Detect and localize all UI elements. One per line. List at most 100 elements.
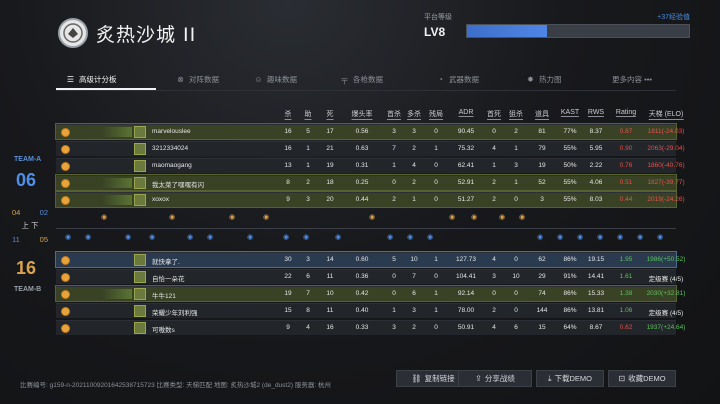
level-value: LV8 (424, 25, 446, 39)
player-row[interactable]: 荣耀少年刘利强 15 8 11 0.40 1 3 1 78.00 2 0 144 86% 13.81 1.0… (56, 303, 683, 318)
avatar[interactable] (134, 322, 146, 334)
tab-heatmap[interactable]: ✸ 热力图 (526, 70, 561, 88)
stat-k: 8 (286, 179, 290, 186)
avatar[interactable] (134, 254, 146, 266)
stat-rating: 0.62 (619, 324, 633, 331)
stat-snipe: 0 (514, 256, 518, 263)
player-row[interactable]: 牛牛121 19 7 10 0.42 0 6 1 92.14 0 0 74 86% 15.33 1.38 20… (55, 285, 685, 302)
tab-divider (56, 90, 676, 91)
round-ct-win-icon: ◉ (206, 234, 214, 241)
player-name[interactable]: 牛牛121 (152, 290, 176, 300)
stat-elo: 2019(-24.26) (647, 196, 685, 203)
stat-hs: 0.44 (355, 196, 369, 203)
player-name[interactable]: xoxox (152, 196, 169, 203)
emoji-icon (61, 273, 70, 282)
stat-k: 19 (284, 290, 292, 297)
stat-clutch: 0 (434, 196, 438, 203)
highlight-strip (102, 178, 132, 188)
level-progress-fill (467, 25, 547, 37)
player-row[interactable]: marvelouslee 16 5 17 0.56 3 3 0 90.45 0 2 81 77% 8.37… (55, 123, 684, 140)
round-ct-win-icon: ◉ (282, 234, 290, 241)
tab-bar: ☰ 高级计分板 ⊗ 对阵数据 ☺ 趣味数据 ╤ 各枪数据 ◔ 武器数据 ✸ 热力图 更多内容… (56, 70, 676, 90)
player-name[interactable]: maomaogang (152, 162, 192, 169)
player-row[interactable]: xoxox 9 3 20 0.44 2 1 0 51.27 2 0 3 55% 8.03 0.44 2019(… (55, 191, 685, 208)
column-header: 死 (326, 111, 334, 120)
stat-adr: 75.32 (457, 145, 475, 152)
avatar[interactable] (134, 288, 146, 300)
stat-d: 11 (326, 307, 334, 314)
stat-fk: 1 (392, 307, 396, 314)
stat-adr: 50.91 (457, 324, 475, 331)
round-ct-win-icon: ◉ (64, 234, 72, 241)
round-history: ◉ ◉ ◉ ◉ ◉ ◉ ◉ ◉ ◉ ◉ ◉ ◉ ◉ ◉ ◉ ◉ ◉ ◉ ◉ ◉ ◉ ◉ ◉ ◉ ◉ ◉ ◉ ◉ ◉ (56, 212, 676, 246)
player-name[interactable]: marvelouslee (152, 128, 191, 135)
bookmark-demo-button[interactable]: ⊡ 收藏DEMO (608, 370, 676, 387)
tab-versus[interactable]: ⊗ 对阵数据 (176, 70, 219, 88)
team-b-score: 16 (16, 258, 37, 278)
round-t-win-icon: ◉ (168, 214, 176, 221)
tab-weapon[interactable]: ◔ 武器数据 (436, 70, 479, 88)
column-header: 助 (304, 111, 312, 120)
avatar[interactable] (134, 126, 146, 138)
player-row[interactable]: 自恰一朵花 22 6 11 0.36 0 7 0 104.41 3 10 29 91% 14.41 1.61… (56, 269, 683, 284)
stat-hs: 0.40 (355, 307, 369, 314)
stat-rating: 0.51 (619, 179, 633, 186)
stat-rws: 8.67 (589, 324, 603, 331)
stat-elo: 定级赛 (4/5) (648, 310, 684, 317)
player-name[interactable]: 3212334024 (152, 145, 188, 152)
player-row[interactable]: 可嗷数s 9 4 16 0.33 3 2 0 50.91 4 6 15 64% 8.67 0.62 1937(… (56, 320, 685, 335)
stat-k: 9 (286, 324, 290, 331)
round-t-win-icon: ◉ (498, 214, 506, 221)
round-ct-win-icon: ◉ (426, 234, 434, 241)
tab-scoreboard[interactable]: ☰ 高级计分板 (66, 70, 156, 90)
avatar[interactable] (134, 177, 146, 189)
stat-rws: 4.06 (589, 179, 603, 186)
round-ct-win-icon: ◉ (406, 234, 414, 241)
player-name[interactable]: 可嗷数s (152, 324, 175, 334)
tab-fun[interactable]: ☺ 趣味数据 (254, 70, 297, 88)
stat-k: 9 (286, 196, 290, 203)
stat-mk: 4 (412, 162, 416, 169)
round-ct-win-icon: ◉ (616, 234, 624, 241)
stat-a: 6 (306, 273, 310, 280)
emoji-icon (61, 162, 70, 171)
player-name[interactable]: 我太菜了嘿嘿有闪 (152, 179, 204, 189)
emoji-icon (61, 324, 70, 333)
stat-util: 3 (540, 196, 544, 203)
stat-rws: 2.22 (589, 162, 603, 169)
stat-mk: 2 (412, 145, 416, 152)
stat-a: 4 (306, 324, 310, 331)
player-row[interactable]: 就快拿了. 30 3 14 0.60 5 10 1 127.73 4 0 62 86% 19.15 1.95… (55, 251, 685, 268)
avatar[interactable] (134, 305, 146, 317)
player-name[interactable]: 自恰一朵花 (152, 273, 185, 283)
player-row[interactable]: maomaogang 13 1 19 0.31 1 4 0 62.41 1 3 19 50% 2.22 0.… (56, 158, 685, 173)
emoji-icon (61, 290, 70, 299)
player-row[interactable]: 3212334024 16 1 21 0.63 7 2 1 75.32 4 1 79 55% 5.95 0.… (56, 141, 685, 156)
emoji-icon (61, 307, 70, 316)
map-logo-icon (58, 18, 88, 48)
round-ct-win-icon: ◉ (186, 234, 194, 241)
column-header: 残局 (429, 111, 443, 120)
heat-icon: ✸ (527, 74, 534, 84)
avatar[interactable] (134, 194, 146, 206)
stat-fd: 0 (492, 290, 496, 297)
stat-fd: 4 (492, 324, 496, 331)
player-name[interactable]: 荣耀少年刘利强 (152, 307, 198, 317)
tab-more[interactable]: 更多内容 ••• (612, 70, 652, 88)
avatar[interactable] (134, 271, 146, 283)
download-demo-button[interactable]: ⤓ 下载DEMO (536, 370, 604, 387)
stat-d: 18 (326, 179, 334, 186)
player-name[interactable]: 就快拿了. (152, 256, 180, 266)
player-row[interactable]: 我太菜了嘿嘿有闪 8 2 18 0.25 0 2 0 52.91 2 1 52 55% 4.06 0.51 1… (55, 174, 685, 191)
stat-clutch: 1 (434, 307, 438, 314)
round-t-win-icon: ◉ (518, 214, 526, 221)
stat-rating: 1.95 (619, 256, 633, 263)
stat-d: 14 (326, 256, 334, 263)
avatar[interactable] (134, 143, 146, 155)
tab-gun[interactable]: ╤ 各枪数据 (340, 70, 383, 88)
emoji-icon (61, 256, 70, 265)
column-header: 首死 (487, 111, 501, 120)
level-gain: +37经验值 (657, 14, 690, 21)
avatar[interactable] (134, 160, 146, 172)
share-button[interactable]: ⇪ 分享战绩 (458, 370, 532, 387)
